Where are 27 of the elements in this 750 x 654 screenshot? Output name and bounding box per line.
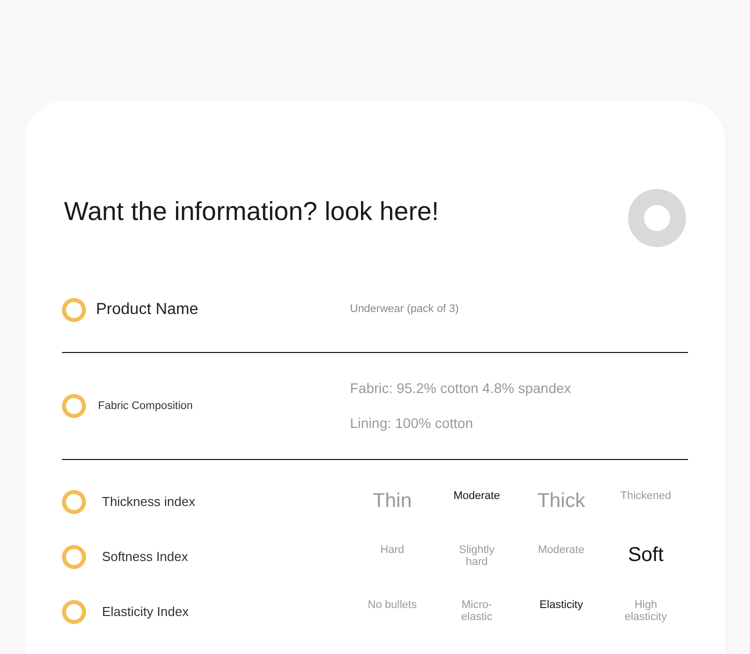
index-option: Thickened (616, 491, 675, 512)
ring-icon (628, 189, 686, 247)
index-option: Soft (616, 544, 675, 568)
ring-icon (62, 298, 86, 322)
ring-icon (62, 600, 86, 624)
row-label: Fabric Composition (98, 398, 193, 414)
index-label: Softness Index (102, 548, 188, 566)
index-option: Thin (363, 491, 422, 512)
index-option: Moderate (448, 491, 506, 512)
index-label: Elasticity Index (102, 602, 189, 621)
index-option: Slightly hard (448, 544, 506, 568)
ring-icon (62, 394, 86, 418)
index-option: Hard (363, 544, 422, 568)
ring-icon (62, 544, 86, 568)
row-label: Product Name (96, 300, 198, 320)
index-option: No bullets (363, 600, 422, 624)
row-value: Lining: 100% cotton (350, 414, 474, 433)
index-option: Moderate (532, 544, 590, 568)
heading: Want the information? look here! (64, 196, 439, 226)
row-value: Underwear (pack of 3) (350, 302, 459, 318)
ring-icon (62, 490, 86, 514)
index-option: Elasticity (532, 600, 590, 624)
index-option: High elasticity (616, 600, 675, 624)
index-label: Thickness index (102, 492, 196, 511)
index-option: Thick (532, 491, 590, 512)
index-option: Micro-elastic (448, 600, 506, 624)
row-value: Fabric: 95.2% cotton 4.8% spandex (350, 379, 572, 398)
